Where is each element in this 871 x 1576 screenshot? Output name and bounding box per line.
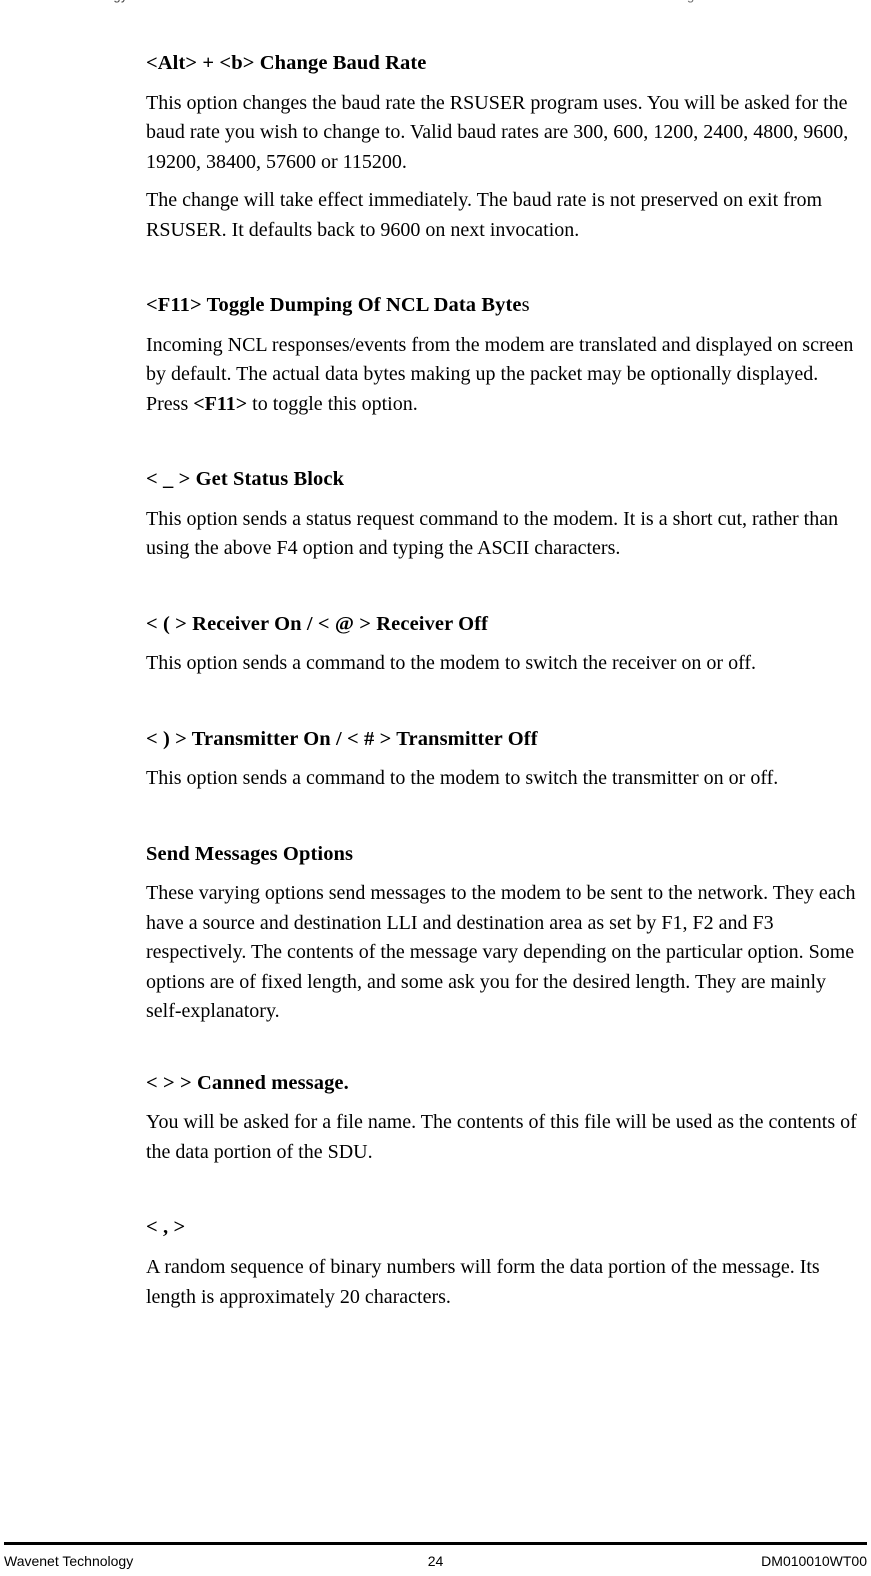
heading-title-bold-part: Toggle Dumping Of NCL Data Byte bbox=[206, 294, 522, 317]
page-content: <Alt> + <b> Change Baud Rate This option… bbox=[146, 52, 864, 1321]
heading-random-binary-message: < , > bbox=[146, 1216, 186, 1239]
footer-rule bbox=[4, 1542, 867, 1545]
heading-send-messages-options: Send Messages Options bbox=[146, 842, 354, 865]
heading-transmitter-on-off: < ) > Transmitter On / < # > Transmitter… bbox=[146, 727, 538, 750]
paragraph-key-f11: <F11> bbox=[193, 392, 248, 415]
paragraph-send-messages-options: These varying options send messages to t… bbox=[146, 882, 856, 1023]
section-change-baud-rate: <Alt> + <b> Change Baud Rate This option… bbox=[146, 52, 864, 245]
page-footer: Wavenet Technology 24 DM010010WT00 bbox=[0, 1542, 871, 1576]
footer-document-code: DM010010WT00 bbox=[761, 1553, 867, 1569]
section-transmitter-on-off: < ) > Transmitter On / < # > Transmitter… bbox=[146, 728, 864, 794]
paragraph-baud-rate-valid-rates: This option changes the baud rate the RS… bbox=[146, 91, 849, 173]
heading-canned-message: < > > Canned message. bbox=[146, 1071, 349, 1094]
paragraph-canned-message: You will be asked for a file name. The c… bbox=[146, 1111, 857, 1163]
paragraph-ncl-data-bytes: Incoming NCL responses/events from the m… bbox=[146, 331, 864, 420]
section-random-binary-message: < , > A random sequence of binary number… bbox=[146, 1216, 864, 1312]
section-send-messages-options: Send Messages Options These varying opti… bbox=[146, 843, 864, 1027]
header-right-text: RSUSER Modem Diagnostic Software bbox=[560, 0, 787, 3]
heading-title-tail: s bbox=[521, 294, 530, 317]
paragraph-suffix: to toggle this option. bbox=[247, 392, 418, 415]
paragraph-get-status-block: This option sends a status request comma… bbox=[146, 507, 839, 560]
section-canned-message: < > > Canned message. You will be asked … bbox=[146, 1072, 864, 1168]
heading-receiver-on-off: < ( > Receiver On / < @ > Receiver Off bbox=[146, 612, 489, 635]
footer-company-name: Wavenet Technology bbox=[4, 1553, 134, 1569]
paragraph-transmitter-on-off: This option sends a command to the modem… bbox=[146, 767, 779, 790]
footer-page-number: 24 bbox=[427, 1553, 444, 1569]
section-toggle-dumping-ncl-data-bytes: <F11> Toggle Dumping Of NCL Data Bytes I… bbox=[146, 294, 864, 419]
paragraph-receiver-on-off: This option sends a command to the modem… bbox=[146, 652, 757, 675]
paragraph-random-binary-message: A random sequence of binary numbers will… bbox=[146, 1256, 820, 1308]
heading-change-baud-rate: <Alt> + <b> Change Baud Rate bbox=[146, 52, 427, 74]
heading-key-f11: <F11> bbox=[146, 294, 202, 317]
heading-get-status-block: < _ > Get Status Block bbox=[146, 468, 345, 491]
document-page: Wavenet Technology RSUSER Modem Diagnost… bbox=[0, 0, 871, 1576]
header-left-text: Wavenet Technology bbox=[0, 0, 128, 3]
footer-row: Wavenet Technology 24 DM010010WT00 bbox=[4, 1553, 867, 1569]
heading-toggle-dumping-ncl-data-bytes: <F11> Toggle Dumping Of NCL Data Bytes bbox=[146, 294, 864, 318]
section-get-status-block: < _ > Get Status Block This option sends… bbox=[146, 468, 864, 564]
header-row: Wavenet Technology RSUSER Modem Diagnost… bbox=[0, 0, 871, 3]
paragraph-baud-rate-not-preserved: The change will take effect immediately.… bbox=[146, 189, 823, 241]
section-receiver-on-off: < ( > Receiver On / < @ > Receiver Off T… bbox=[146, 613, 864, 679]
page-header: Wavenet Technology RSUSER Modem Diagnost… bbox=[0, 0, 871, 12]
